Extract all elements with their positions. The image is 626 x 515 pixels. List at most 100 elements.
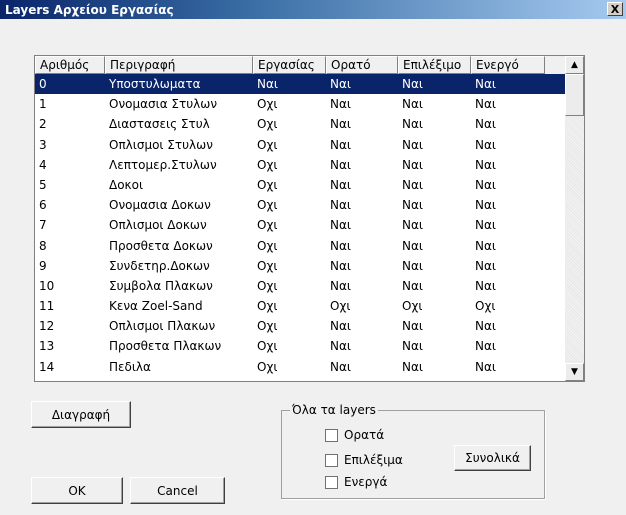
table-cell: Ναι <box>475 339 496 354</box>
table-cell: Ναι <box>402 198 423 213</box>
table-cell: Ναι <box>330 258 351 273</box>
table-cell: Ναι <box>475 157 496 172</box>
table-cell: Οπλισμοι Πλακων <box>109 319 216 334</box>
table-cell: Δοκοι <box>109 177 144 192</box>
table-cell: Ναι <box>330 339 351 354</box>
column-header[interactable]: Ενεργό <box>471 56 545 74</box>
table-cell: Προσθετα Δοκων <box>109 238 213 253</box>
table-row[interactable]: 10 Συμβολα Πλακων Οχι Ναι Ναι Ναι <box>35 276 565 296</box>
table-cell: Οχι <box>257 198 278 213</box>
table-cell: Οπλισμοι Στυλων <box>109 137 213 152</box>
table-row[interactable]: 9 Συνδετηρ.Δοκων Οχι Ναι Ναι Ναι <box>35 256 565 276</box>
arrow-down-icon: ▼ <box>571 367 578 377</box>
visible-all-checkbox-box[interactable] <box>325 428 338 442</box>
table-cell: Ναι <box>475 278 496 293</box>
table-cell: 10 <box>39 278 55 293</box>
column-header[interactable]: Εργασίας <box>253 56 326 74</box>
table-cell: Ναι <box>330 137 351 152</box>
column-header[interactable]: Αριθμός <box>35 56 105 74</box>
delete-button[interactable]: Διαγραφή <box>31 401 131 428</box>
visible-all-label: Ορατά <box>344 428 385 442</box>
layers-list[interactable]: Αριθμός Περιγραφή Εργασίας Ορατό Επιλέξιμο Εν… <box>34 55 585 382</box>
table-cell: 11 <box>39 299 55 314</box>
table-row[interactable]: 14 Πεδιλα Οχι Ναι Ναι Ναι <box>35 357 565 377</box>
visible-all-checkbox[interactable]: Ορατά <box>325 428 384 442</box>
table-cell: Ναι <box>330 319 351 334</box>
table-cell: Ναι <box>402 319 423 334</box>
table-row[interactable]: 12 Οπλισμοι Πλακων Οχι Ναι Ναι Ναι <box>35 316 565 336</box>
column-header[interactable]: Περιγραφή <box>105 56 253 74</box>
layers-dialog: Layers Αρχείου Εργασίας X Αριθμός Περιγρα… <box>0 0 626 515</box>
table-cell: Προσθετα Πλακων <box>109 339 222 354</box>
ok-button-label: OK <box>68 483 86 498</box>
table-row[interactable]: 11 Κενα Zoel-Sand Οχι Οχι Οχι Οχι <box>35 296 565 316</box>
table-row[interactable]: 6 Ονομασια Δοκων Οχι Ναι Ναι Ναι <box>35 195 565 215</box>
close-button[interactable]: X <box>607 2 623 16</box>
table-cell: Οχι <box>257 157 278 172</box>
table-row[interactable]: 0 Υποστυλωματα Ναι Ναι Ναι Ναι <box>35 74 565 95</box>
table-row[interactable]: 2 Διαστασεις Στυλ Οχι Ναι Ναι Ναι <box>35 114 565 134</box>
scroll-down-button[interactable]: ▼ <box>565 363 584 381</box>
table-cell: Ναι <box>475 359 496 374</box>
table-cell: Διαστασεις Στυλ <box>109 117 210 132</box>
close-icon: X <box>610 2 620 16</box>
table-cell: Οχι <box>475 299 496 314</box>
table-cell: Πεδιλα <box>109 359 151 374</box>
all-layers-group-title: Όλα τα layers <box>290 403 378 417</box>
table-row[interactable]: 4 Λεπτομερ.Στυλων Οχι Ναι Ναι Ναι <box>35 155 565 175</box>
vertical-scrollbar[interactable]: ▲ ▼ <box>565 56 584 381</box>
table-cell: 6 <box>39 198 47 213</box>
table-cell: Ναι <box>402 339 423 354</box>
scroll-thumb[interactable] <box>565 74 584 116</box>
table-cell: Ναι <box>402 278 423 293</box>
table-cell: Ναι <box>402 177 423 192</box>
table-cell: Ναι <box>475 218 496 233</box>
ok-button[interactable]: OK <box>31 477 123 504</box>
table-cell: 9 <box>39 258 47 273</box>
selectable-all-checkbox[interactable]: Επιλέξιμα <box>325 453 403 467</box>
table-cell: Συμβολα Πλακων <box>109 278 213 293</box>
total-button[interactable]: Συνολικά <box>454 445 531 471</box>
table-cell: Ναι <box>330 177 351 192</box>
table-cell: Υποστυλωματα <box>109 77 201 91</box>
cancel-button[interactable]: Cancel <box>130 477 225 504</box>
table-cell: 2 <box>39 117 47 132</box>
table-cell: Ναι <box>330 157 351 172</box>
table-row[interactable]: 1 Ονομασια Στυλων Οχι Ναι Ναι Ναι <box>35 94 565 114</box>
table-cell: Οχι <box>330 299 351 314</box>
table-row[interactable]: 8 Προσθετα Δοκων Οχι Ναι Ναι Ναι <box>35 236 565 256</box>
table-row[interactable]: 13 Προσθετα Πλακων Οχι Ναι Ναι Ναι <box>35 336 565 356</box>
layers-table: Αριθμός Περιγραφή Εργασίας Ορατό Επιλέξιμο Εν… <box>35 56 565 381</box>
delete-button-label: Διαγραφή <box>51 407 111 422</box>
table-row[interactable]: 5 Δοκοι Οχι Ναι Ναι Ναι <box>35 175 565 195</box>
table-cell: Ναι <box>475 177 496 192</box>
active-all-checkbox[interactable]: Ενεργά <box>325 475 387 489</box>
table-body: 0 Υποστυλωματα Ναι Ναι Ναι Ναι 1 Ονομασια Στυλω… <box>35 74 565 377</box>
table-row[interactable]: 3 Οπλισμοι Στυλων Οχι Ναι Ναι Ναι <box>35 135 565 155</box>
table-cell: Ναι <box>330 359 351 374</box>
active-all-label: Ενεργά <box>344 475 388 489</box>
table-cell: 7 <box>39 218 47 233</box>
column-header[interactable]: Ορατό <box>326 56 398 74</box>
table-cell: Οχι <box>257 278 278 293</box>
table-cell: Ναι <box>475 198 496 213</box>
table-cell: Οχι <box>257 258 278 273</box>
table-row[interactable]: 7 Οπλισμοι Δοκων Οχι Ναι Ναι Ναι <box>35 215 565 235</box>
table-cell: Οχι <box>257 238 278 253</box>
column-header[interactable]: Επιλέξιμο <box>398 56 471 74</box>
table-cell: Οπλισμοι Δοκων <box>109 218 207 233</box>
table-cell: 14 <box>39 359 55 374</box>
table-cell: Ναι <box>475 238 496 253</box>
table-cell: Ναι <box>402 97 423 112</box>
table-cell: Ναι <box>475 319 496 334</box>
active-all-checkbox-box[interactable] <box>325 475 338 489</box>
table-cell: Ναι <box>330 97 351 112</box>
table-cell: Ναι <box>402 258 423 273</box>
table-cell: Ναι <box>402 157 423 172</box>
table-cell: 8 <box>39 238 47 253</box>
selectable-all-checkbox-box[interactable] <box>325 453 338 467</box>
table-cell: Ονομασια Στυλων <box>109 97 218 112</box>
total-button-label: Συνολικά <box>465 451 520 465</box>
table-cell: Ναι <box>330 77 351 91</box>
scroll-up-button[interactable]: ▲ <box>565 56 584 74</box>
